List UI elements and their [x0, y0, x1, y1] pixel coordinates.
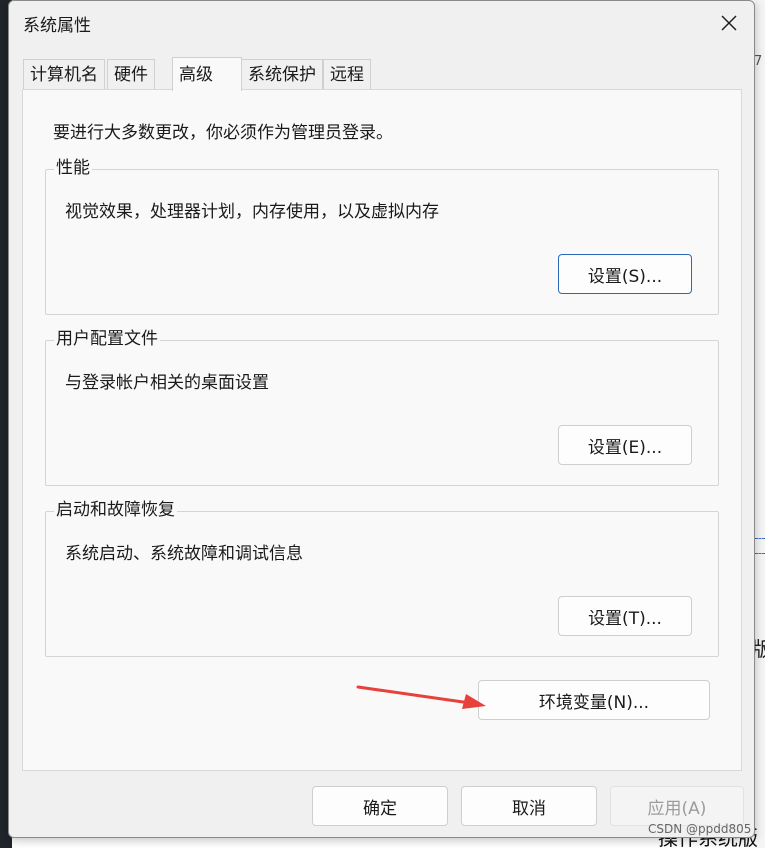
group-performance: 性能 视觉效果，处理器计划，内存使用，以及虚拟内存 设置(S)...	[45, 156, 719, 315]
environment-variables-button[interactable]: 环境变量(N)...	[478, 680, 710, 720]
group-title-performance: 性能	[54, 156, 92, 180]
group-description-startup-recovery: 系统启动、系统故障和调试信息	[65, 544, 303, 564]
watermark: CSDN @ppdd805	[648, 822, 752, 836]
ok-button[interactable]: 确定	[312, 786, 448, 826]
user-profiles-settings-button[interactable]: 设置(E)...	[558, 425, 692, 465]
group-description-user-profiles: 与登录帐户相关的桌面设置	[65, 373, 269, 393]
tab-remote[interactable]: 远程	[323, 59, 371, 89]
performance-settings-button[interactable]: 设置(S)...	[558, 254, 692, 294]
close-icon	[721, 15, 737, 31]
startup-recovery-settings-button[interactable]: 设置(T)...	[558, 596, 692, 636]
admin-notice: 要进行大多数更改，你必须作为管理员登录。	[53, 123, 393, 143]
tab-advanced[interactable]: 高级	[172, 57, 242, 91]
annotation-arrow-icon	[356, 685, 486, 709]
apply-button[interactable]: 应用(A)	[610, 786, 744, 826]
group-startup-recovery: 启动和故障恢复 系统启动、系统故障和调试信息 设置(T)...	[45, 498, 719, 657]
tab-system-protection[interactable]: 系统保护	[241, 59, 323, 89]
cancel-button[interactable]: 取消	[461, 786, 597, 826]
close-button[interactable]	[709, 5, 749, 41]
window-title: 系统属性	[23, 16, 91, 36]
system-properties-dialog: 系统属性 计算机名 硬件 高级 系统保护 远程 要进行大多数更改，你必须作为管理…	[8, 0, 755, 838]
background-text-fragment: 7	[754, 54, 763, 69]
tab-computer-name[interactable]: 计算机名	[23, 59, 105, 89]
group-title-user-profiles: 用户配置文件	[54, 327, 160, 351]
tab-hardware[interactable]: 硬件	[107, 59, 155, 89]
desktop-background-right	[755, 0, 765, 848]
group-description-performance: 视觉效果，处理器计划，内存使用，以及虚拟内存	[65, 202, 439, 222]
group-user-profiles: 用户配置文件 与登录帐户相关的桌面设置 设置(E)...	[45, 327, 719, 486]
background-link-fragment	[755, 538, 765, 554]
group-title-startup-recovery: 启动和故障恢复	[54, 498, 177, 522]
